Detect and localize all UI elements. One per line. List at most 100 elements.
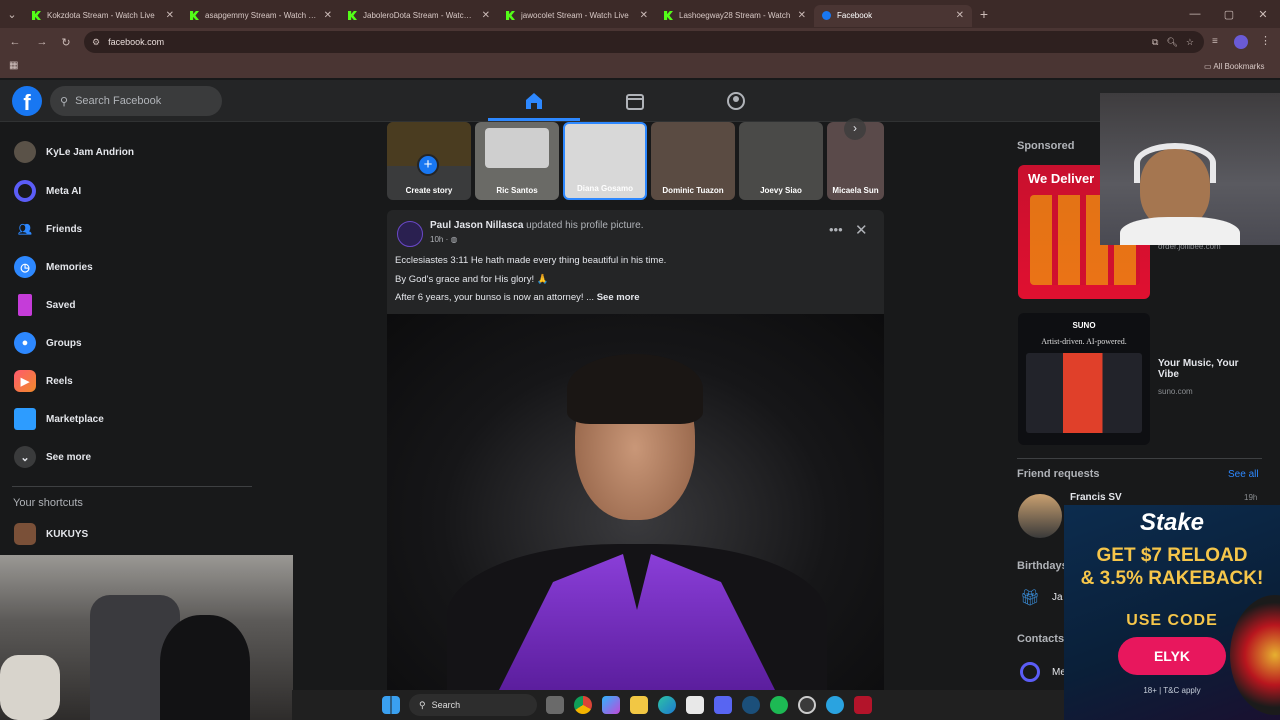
- facebook-icon: [822, 11, 831, 20]
- ad-tagline: Artist-driven. AI-powered.: [1041, 337, 1127, 346]
- home-icon[interactable]: [523, 90, 545, 112]
- add-story-icon[interactable]: +: [417, 154, 439, 176]
- stake-code-button[interactable]: ELYK: [1118, 637, 1226, 675]
- marketplace-icon[interactable]: [624, 90, 646, 112]
- tab-4[interactable]: jawocolet Stream - Watch Live ✕: [498, 5, 656, 27]
- extensions-icon[interactable]: ≡: [1212, 36, 1218, 47]
- reload-icon[interactable]: ↻: [54, 36, 78, 49]
- bookmarks-bar: ▦ ▭ All Bookmarks: [0, 56, 1280, 78]
- folder-icon: ▭: [1204, 62, 1212, 71]
- story-create[interactable]: + Create story: [387, 122, 471, 200]
- post-time[interactable]: 10h: [430, 235, 443, 244]
- all-bookmarks[interactable]: ▭ All Bookmarks: [1204, 62, 1264, 71]
- forward-icon[interactable]: →: [30, 36, 54, 48]
- search-input[interactable]: ⚲ Search Facebook: [50, 86, 222, 116]
- friend-request-avatar[interactable]: [1018, 494, 1062, 538]
- tab-list-icon[interactable]: ⌄: [0, 8, 24, 21]
- maximize-icon[interactable]: ▢: [1212, 8, 1246, 21]
- windows-start-icon[interactable]: [382, 696, 400, 714]
- sidebar-item-meta-ai[interactable]: Meta AI: [0, 172, 260, 210]
- see-more-link[interactable]: See more: [597, 292, 640, 303]
- home-tab-underline: [488, 118, 580, 121]
- new-tab-button[interactable]: +: [972, 6, 996, 22]
- close-tab-icon[interactable]: ✕: [640, 10, 648, 21]
- close-tab-icon[interactable]: ✕: [324, 10, 332, 21]
- taskbar-search[interactable]: ⚲ Search: [409, 694, 537, 716]
- discord-icon[interactable]: [714, 696, 732, 714]
- more-options-icon[interactable]: •••: [829, 222, 843, 237]
- tab-2[interactable]: asapgemmy Stream - Watch Live ✕: [182, 5, 340, 27]
- url-box[interactable]: ⚙ facebook.com ⧉ 🔍︎ ☆: [84, 31, 1204, 53]
- site-info-icon[interactable]: ⚙: [92, 37, 100, 48]
- meta-ai-contact-icon[interactable]: [1020, 662, 1040, 682]
- sidebar-item-marketplace[interactable]: Marketplace: [0, 400, 260, 438]
- back-icon[interactable]: ←: [0, 36, 30, 48]
- story-name: Joevy Siao: [760, 186, 802, 195]
- apps-grid-icon[interactable]: ▦: [9, 60, 18, 71]
- groups-icon[interactable]: [725, 90, 747, 112]
- story-card[interactable]: Dominic Tuazon: [651, 122, 735, 200]
- sidebar-item-label: Memories: [46, 261, 93, 273]
- store-icon[interactable]: [686, 696, 704, 714]
- public-globe-icon: ◍: [450, 235, 458, 244]
- tab-1[interactable]: Kokzdota Stream - Watch Live ✕: [24, 5, 182, 27]
- contacts-title: Contacts: [1017, 633, 1065, 645]
- see-all-link[interactable]: See all: [1228, 469, 1259, 480]
- story-card[interactable]: Diana Gosamo: [563, 122, 647, 200]
- birthday-text: Ja: [1052, 592, 1063, 603]
- story-card[interactable]: Ric Santos: [475, 122, 559, 200]
- sidebar-item-friends[interactable]: 👥︎ Friends: [0, 210, 260, 248]
- ad-title[interactable]: Your Music, Your Vibe: [1158, 358, 1248, 380]
- sidebar-item-saved[interactable]: Saved: [0, 286, 260, 324]
- kick-icon: [32, 11, 41, 20]
- telegram-icon[interactable]: [826, 696, 844, 714]
- install-icon[interactable]: ⧉: [1152, 37, 1158, 48]
- facebook-logo[interactable]: f: [12, 86, 42, 116]
- edge-icon[interactable]: [658, 696, 676, 714]
- chrome-icon[interactable]: [574, 696, 592, 714]
- groups-icon: ●: [14, 332, 36, 354]
- ad-suno[interactable]: SUNO Artist-driven. AI-powered.: [1018, 313, 1150, 445]
- search-placeholder: Search Facebook: [75, 95, 162, 107]
- spotify-icon[interactable]: [770, 696, 788, 714]
- menu-icon[interactable]: ⋮: [1260, 34, 1271, 47]
- obs-icon[interactable]: [798, 696, 816, 714]
- file-explorer-icon[interactable]: [630, 696, 648, 714]
- sidebar-item-see-more[interactable]: ⌄ See more: [0, 438, 260, 476]
- close-tab-icon[interactable]: ✕: [956, 10, 964, 21]
- steam-icon[interactable]: [742, 696, 760, 714]
- sidebar-item-label: Groups: [46, 337, 82, 349]
- sidebar-item-groups[interactable]: ● Groups: [0, 324, 260, 362]
- stories-next-icon[interactable]: ›: [844, 118, 866, 140]
- close-icon[interactable]: ✕: [855, 221, 868, 239]
- friend-request-name[interactable]: Francis SV: [1070, 492, 1122, 503]
- shortcut-item[interactable]: KUKUYS: [0, 515, 260, 553]
- all-bookmarks-label: All Bookmarks: [1213, 62, 1265, 71]
- sidebar-item-label: Reels: [46, 375, 73, 387]
- sidebar-divider: [12, 486, 252, 487]
- close-tab-icon[interactable]: ✕: [798, 10, 806, 21]
- sidebar-item-label: Saved: [46, 299, 76, 311]
- zoom-icon[interactable]: 🔍︎: [1166, 37, 1177, 48]
- minimize-icon[interactable]: —: [1178, 8, 1212, 20]
- close-window-icon[interactable]: ✕: [1246, 8, 1280, 21]
- bookmark-star-icon[interactable]: ☆: [1186, 37, 1194, 48]
- sidebar-item-memories[interactable]: ◷ Memories: [0, 248, 260, 286]
- author-avatar[interactable]: [397, 221, 423, 247]
- close-tab-icon[interactable]: ✕: [166, 10, 174, 21]
- tab-3[interactable]: JaboleroDota Stream - Watch Live ✕: [340, 5, 498, 27]
- post-photo[interactable]: [387, 314, 884, 690]
- app-icon[interactable]: [854, 696, 872, 714]
- portrait-hair: [567, 354, 703, 424]
- group-avatar: [14, 523, 36, 545]
- task-view-icon[interactable]: [546, 696, 564, 714]
- sidebar-item-reels[interactable]: ▶ Reels: [0, 362, 260, 400]
- sidebar-item-profile[interactable]: KyLe Jam Andrion: [0, 132, 260, 172]
- story-card[interactable]: Joevy Siao: [739, 122, 823, 200]
- close-tab-icon[interactable]: ✕: [482, 10, 490, 21]
- author-name[interactable]: Paul Jason Nillasca: [430, 220, 523, 231]
- tab-5[interactable]: Lashoegway28 Stream - Watch ✕: [656, 5, 814, 27]
- profile-avatar[interactable]: [1234, 35, 1248, 49]
- copilot-icon[interactable]: [602, 696, 620, 714]
- tab-facebook[interactable]: Facebook ✕: [814, 4, 972, 27]
